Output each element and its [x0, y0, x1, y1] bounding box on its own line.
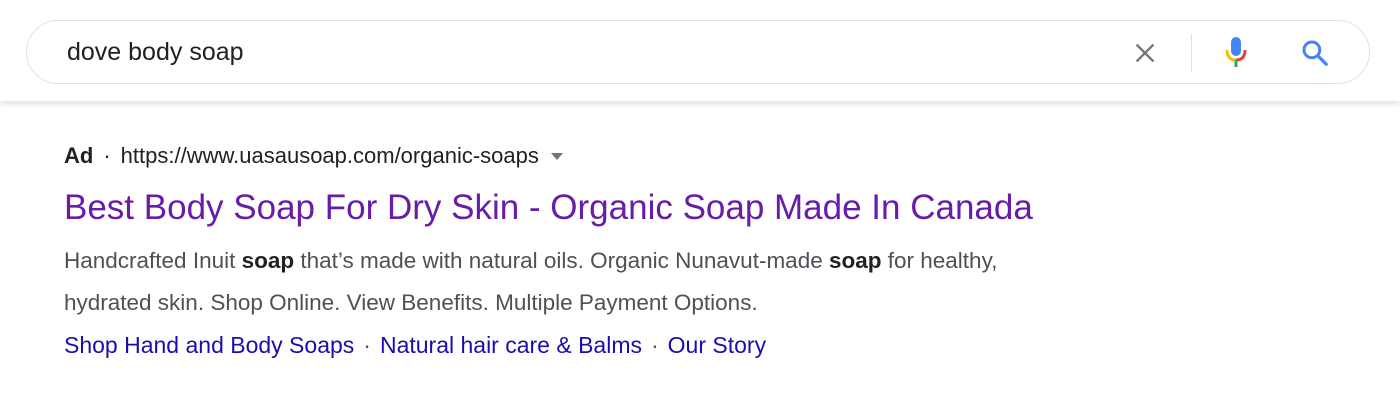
description-text: for healthy,: [881, 248, 998, 273]
description-line-1: Handcrafted Inuit soap that’s made with …: [64, 240, 1264, 282]
voice-search-button[interactable]: [1217, 33, 1255, 73]
search-box[interactable]: [26, 20, 1370, 84]
caret-down-icon[interactable]: [550, 152, 563, 160]
sitelink-shop-hand-body-soaps[interactable]: Shop Hand and Body Soaps: [64, 332, 354, 358]
ad-label: Ad: [64, 143, 94, 168]
search-icon: [1302, 40, 1328, 66]
close-icon: [1135, 43, 1155, 63]
ad-separator: ·: [103, 143, 111, 168]
search-button[interactable]: [1296, 34, 1334, 72]
microphone-icon: [1225, 37, 1247, 67]
description-text: that’s made with natural oils. Organic N…: [294, 248, 829, 273]
sitelinks: Shop Hand and Body Soaps · Natural hair ca…: [64, 324, 1264, 366]
ad-url-line: Ad · https://www.uasausoap.com/organic-s…: [64, 138, 1264, 174]
clear-search-button[interactable]: [1127, 35, 1163, 71]
result-title-link[interactable]: Best Body Soap For Dry Skin - Organic So…: [64, 188, 1264, 228]
sitelink-separator: ·: [363, 332, 371, 358]
ad-display-url[interactable]: https://www.uasausoap.com/organic-soaps: [121, 143, 539, 169]
search-divider: [1191, 34, 1192, 72]
search-header: [0, 0, 1400, 102]
description-text: Handcrafted Inuit: [64, 248, 242, 273]
description-highlight: soap: [828, 248, 882, 273]
description-line-2: hydrated skin. Shop Online. View Benefit…: [64, 290, 758, 315]
search-input[interactable]: [67, 21, 1087, 83]
result-description: Handcrafted Inuit soap that’s made with …: [64, 240, 1264, 324]
ad-result: Ad · https://www.uasausoap.com/organic-s…: [64, 138, 1264, 366]
sitelink-separator: ·: [651, 332, 659, 358]
sitelink-our-story[interactable]: Our Story: [668, 332, 766, 358]
sitelink-natural-hair-care[interactable]: Natural hair care & Balms: [380, 332, 642, 358]
description-highlight: soap: [241, 248, 295, 273]
